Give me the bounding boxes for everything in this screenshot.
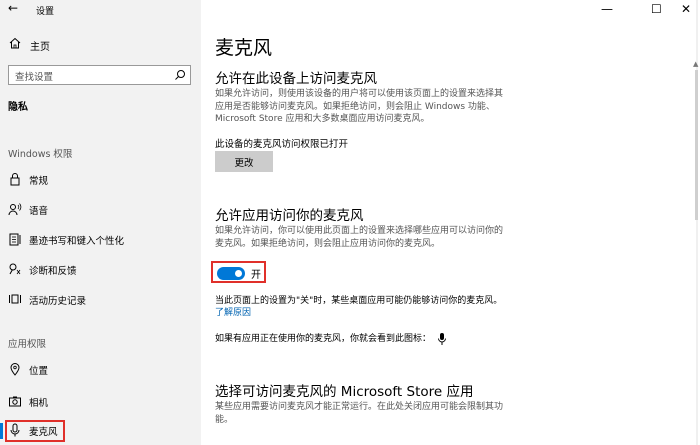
- section-title-device-access: 允许在此设备上访问麦克风: [215, 71, 377, 87]
- sidebar-item-general[interactable]: 常规: [0, 169, 201, 191]
- description-line: 如果允许访问，则使用该设备的用户将可以使用该页面上的设置来选择其: [215, 89, 504, 99]
- description-line: 应用是否能够访问麦克风。如果拒绝访问，则会阻止 Windows 功能、: [215, 101, 495, 112]
- description-line: 某些应用需要访问麦克风才能正常运行。在此处关闭应用可能会限制其功: [215, 402, 504, 412]
- learn-why-link[interactable]: 了解原因: [215, 305, 251, 318]
- search-input[interactable]: 查找设置: [8, 65, 191, 85]
- app-title: 设置: [36, 7, 55, 17]
- sidebar-item-label: 相机: [29, 398, 49, 409]
- sidebar: ← 设置 主页 查找设置 隐私 Windows 权限 常规 语音 墨迹书写和键入…: [0, 0, 201, 445]
- description-line: 如果允许访问，你可以使用此页面上的设置来选择哪些应用可以访问你的: [215, 226, 504, 236]
- sidebar-item-activity-history[interactable]: 活动历史记录: [0, 289, 201, 311]
- speech-icon: [8, 203, 22, 216]
- section-title-store-apps: 选择可访问麦克风的 Microsoft Store 应用: [215, 384, 474, 400]
- close-button[interactable]: ✕: [681, 2, 691, 16]
- sidebar-item-label: 语音: [29, 206, 49, 217]
- group-title-windows-permissions: Windows 权限: [8, 149, 73, 160]
- sidebar-item-label: 位置: [29, 366, 49, 377]
- section-description: 某些应用需要访问麦克风才能正常运行。在此处关闭应用可能会限制其功 能。: [215, 401, 505, 426]
- sidebar-item-diagnostics[interactable]: 诊断和反馈: [0, 259, 201, 281]
- description-line: 麦克风。如果拒绝访问，则会阻止应用访问你的麦克风。: [215, 238, 441, 249]
- location-icon: [10, 363, 20, 376]
- feedback-icon: [9, 263, 21, 275]
- minimize-button[interactable]: —: [601, 2, 613, 16]
- mic-in-use-text: 如果有应用正在使用你的麦克风，你就会看到此图标：: [215, 334, 432, 344]
- maximize-button[interactable]: ☐: [651, 2, 662, 16]
- scrollbar[interactable]: ▲: [693, 0, 700, 445]
- sidebar-item-camera[interactable]: 相机: [0, 391, 201, 413]
- section-title-app-access: 允许应用访问你的麦克风: [215, 208, 364, 224]
- sidebar-item-label: 诊断和反馈: [29, 266, 77, 277]
- toggle-knob: [235, 269, 242, 277]
- back-arrow-icon[interactable]: ←: [8, 1, 18, 15]
- mic-in-use-note: 如果有应用正在使用你的麦克风，你就会看到此图标：: [215, 331, 446, 345]
- camera-icon: [9, 396, 21, 407]
- section-description: 如果允许访问，你可以使用此页面上的设置来选择哪些应用可以访问你的 麦克风。如果拒…: [215, 225, 505, 250]
- sidebar-item-speech[interactable]: 语音: [0, 199, 201, 221]
- section-title-privacy: 隐私: [8, 102, 28, 113]
- active-indicator: [0, 423, 3, 439]
- desktop-apps-note: 当此页面上的设置为"关"时，某些桌面应用可能仍能够访问你的麦克风。: [215, 296, 503, 306]
- ink-icon: [9, 233, 21, 246]
- device-access-status: 此设备的麦克风访问权限已打开: [215, 139, 349, 150]
- highlight-box-toggle: 开: [211, 261, 266, 283]
- scroll-up-icon[interactable]: ▲: [693, 60, 698, 68]
- description-line: Microsoft Store 应用和大多数桌面应用访问麦克风。: [215, 114, 430, 124]
- sidebar-item-label: 活动历史记录: [29, 296, 87, 307]
- highlight-box-microphone: [5, 420, 65, 442]
- sidebar-item-label: 常规: [29, 176, 49, 187]
- app-access-toggle[interactable]: [217, 266, 245, 280]
- sidebar-item-inking[interactable]: 墨迹书写和键入个性化: [0, 229, 201, 251]
- home-icon: [9, 37, 21, 49]
- group-title-app-permissions: 应用权限: [8, 339, 47, 350]
- lock-icon: [10, 173, 20, 186]
- history-icon: [9, 294, 21, 304]
- toggle-state-label: 开: [251, 270, 261, 281]
- page-title: 麦克风: [215, 37, 273, 59]
- sidebar-item-home[interactable]: 主页: [0, 34, 201, 56]
- search-placeholder: 查找设置: [15, 72, 54, 83]
- microphone-icon: [437, 332, 446, 345]
- sidebar-item-label: 墨迹书写和键入个性化: [29, 236, 125, 247]
- sidebar-item-label: 主页: [30, 42, 50, 53]
- sidebar-item-location[interactable]: 位置: [0, 359, 201, 381]
- change-button[interactable]: 更改: [215, 151, 273, 172]
- description-line: 能。: [215, 414, 234, 425]
- search-icon[interactable]: [174, 69, 186, 81]
- scrollbar-thumb[interactable]: [695, 70, 698, 220]
- title-bar: ← 设置: [0, 0, 201, 20]
- section-description: 如果允许访问，则使用该设备的用户将可以使用该页面上的设置来选择其 应用是否能够访…: [215, 88, 505, 126]
